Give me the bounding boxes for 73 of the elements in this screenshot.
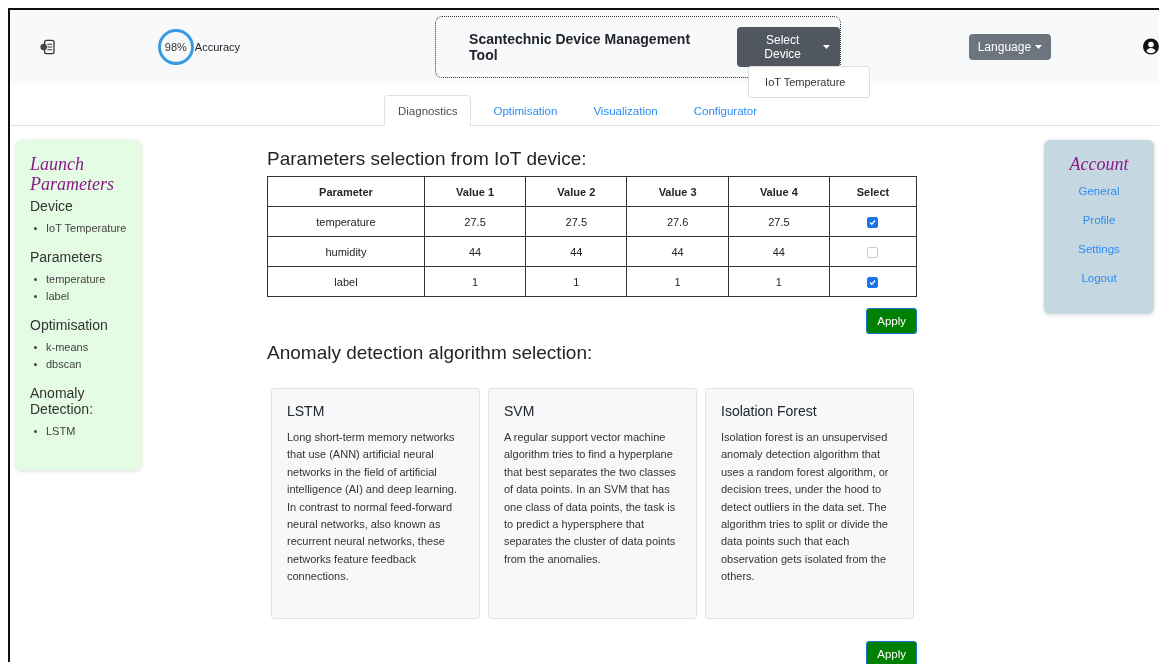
- table-cell: 27.5: [525, 206, 627, 237]
- table-cell: 27.5: [424, 206, 526, 237]
- checkbox[interactable]: [867, 246, 879, 258]
- table-cell: 1: [525, 266, 627, 297]
- list-item: dbscan: [46, 358, 82, 370]
- column-header: Value 2: [525, 176, 627, 207]
- tab[interactable]: Diagnostics: [384, 95, 472, 126]
- account-link[interactable]: Settings: [1078, 242, 1120, 256]
- apply-button[interactable]: Apply: [866, 308, 917, 334]
- bullet-icon: [34, 295, 37, 298]
- list-item: k-means: [46, 341, 89, 353]
- column-header: Value 3: [626, 176, 729, 207]
- table-cell: 1: [626, 266, 729, 297]
- language-button[interactable]: Language: [968, 33, 1052, 60]
- card-description: Isolation forest is an unsupervised anomaly detection algorithm that uses a random forest algorithm, or decision trees, under the hood to detect outliers in the data set. The algorithm tries to split or divide the data points such that each observation gets isolated from the others.: [721, 430, 890, 585]
- checkbox[interactable]: [867, 216, 879, 228]
- user-icon[interactable]: [1143, 38, 1159, 55]
- bullet-icon: [34, 430, 37, 433]
- table-cell: 44: [728, 236, 830, 267]
- panel-title: Launch Parameters: [30, 154, 115, 194]
- section-heading: Device: [30, 198, 74, 214]
- card-title: LSTM: [287, 403, 326, 419]
- table-cell: temperature: [267, 206, 425, 237]
- section-heading: Parameters: [30, 249, 104, 265]
- table-cell: humidity: [267, 236, 425, 267]
- accuracy-ring: 98%: [157, 28, 194, 65]
- table-cell: 1: [728, 266, 830, 297]
- section-heading: Optimisation: [30, 317, 109, 333]
- table-cell: 1: [424, 266, 526, 297]
- tab[interactable]: Optimisation: [479, 95, 572, 125]
- algorithm-card[interactable]: [488, 388, 697, 619]
- bullet-icon: [34, 363, 37, 366]
- card-title: Isolation Forest: [721, 403, 818, 419]
- bullet-icon: [34, 346, 37, 349]
- app-title: Scantechnic Device Management Tool: [469, 30, 692, 63]
- table-cell: 44: [424, 236, 526, 267]
- section-title: Parameters selection from IoT device:: [267, 148, 587, 170]
- caret-icon: [822, 44, 830, 49]
- bullet-icon: [34, 227, 37, 230]
- column-header: Value 4: [728, 176, 830, 207]
- table-cell: 27.5: [728, 206, 830, 237]
- algorithm-card[interactable]: [271, 388, 480, 619]
- account-link[interactable]: Logout: [1081, 271, 1117, 285]
- menu-item[interactable]: IoT Temperature: [749, 72, 870, 91]
- column-header: Select: [829, 176, 917, 207]
- card-title: SVM: [504, 403, 536, 419]
- panel-title: Account: [1069, 154, 1129, 174]
- table-cell: 44: [626, 236, 729, 267]
- accuracy-label: Accuracy: [194, 40, 241, 53]
- section-title: Anomaly detection algorithm selection:: [267, 342, 593, 364]
- account-link[interactable]: General: [1078, 184, 1120, 198]
- section-heading: Anomaly Detection:: [30, 385, 95, 417]
- bullet-icon: [34, 278, 37, 281]
- checkbox[interactable]: [867, 276, 879, 288]
- tab[interactable]: Configurator: [679, 95, 772, 125]
- table-cell: 27.6: [626, 206, 729, 237]
- table-cell: label: [267, 266, 425, 297]
- account-link[interactable]: Profile: [1082, 213, 1116, 227]
- column-header: Parameter: [267, 176, 425, 207]
- document-icon[interactable]: [39, 37, 56, 56]
- apply-button[interactable]: Apply: [866, 641, 917, 664]
- tab[interactable]: Visualization: [579, 95, 672, 125]
- algorithm-card[interactable]: [705, 388, 914, 619]
- card-description: Long short-term memory networks that use (ANN) artificial neural networks in the field of artificial intelligence (AI) and deep learning. In contrast to normal feed-forward neural networks, also known as recurrent neural networks, these networks feature feedback connections.: [287, 430, 458, 585]
- select-device-button[interactable]: Select Device: [736, 26, 840, 67]
- caret-icon: [1035, 44, 1043, 49]
- list-item: LSTM: [46, 425, 76, 437]
- list-item: temperature: [46, 273, 106, 285]
- column-header: Value 1: [424, 176, 526, 207]
- list-item: label: [46, 290, 70, 302]
- card-description: A regular support vector machine algorithm tries to find a hyperplane that best separates the two classes of data points. In an SVM that has one class of data points, the task is to predict a hypersphere that separates the cluster of data points from the anomalies.: [504, 430, 677, 567]
- list-item: IoT Temperature: [46, 222, 127, 234]
- table-cell: 44: [525, 236, 627, 267]
